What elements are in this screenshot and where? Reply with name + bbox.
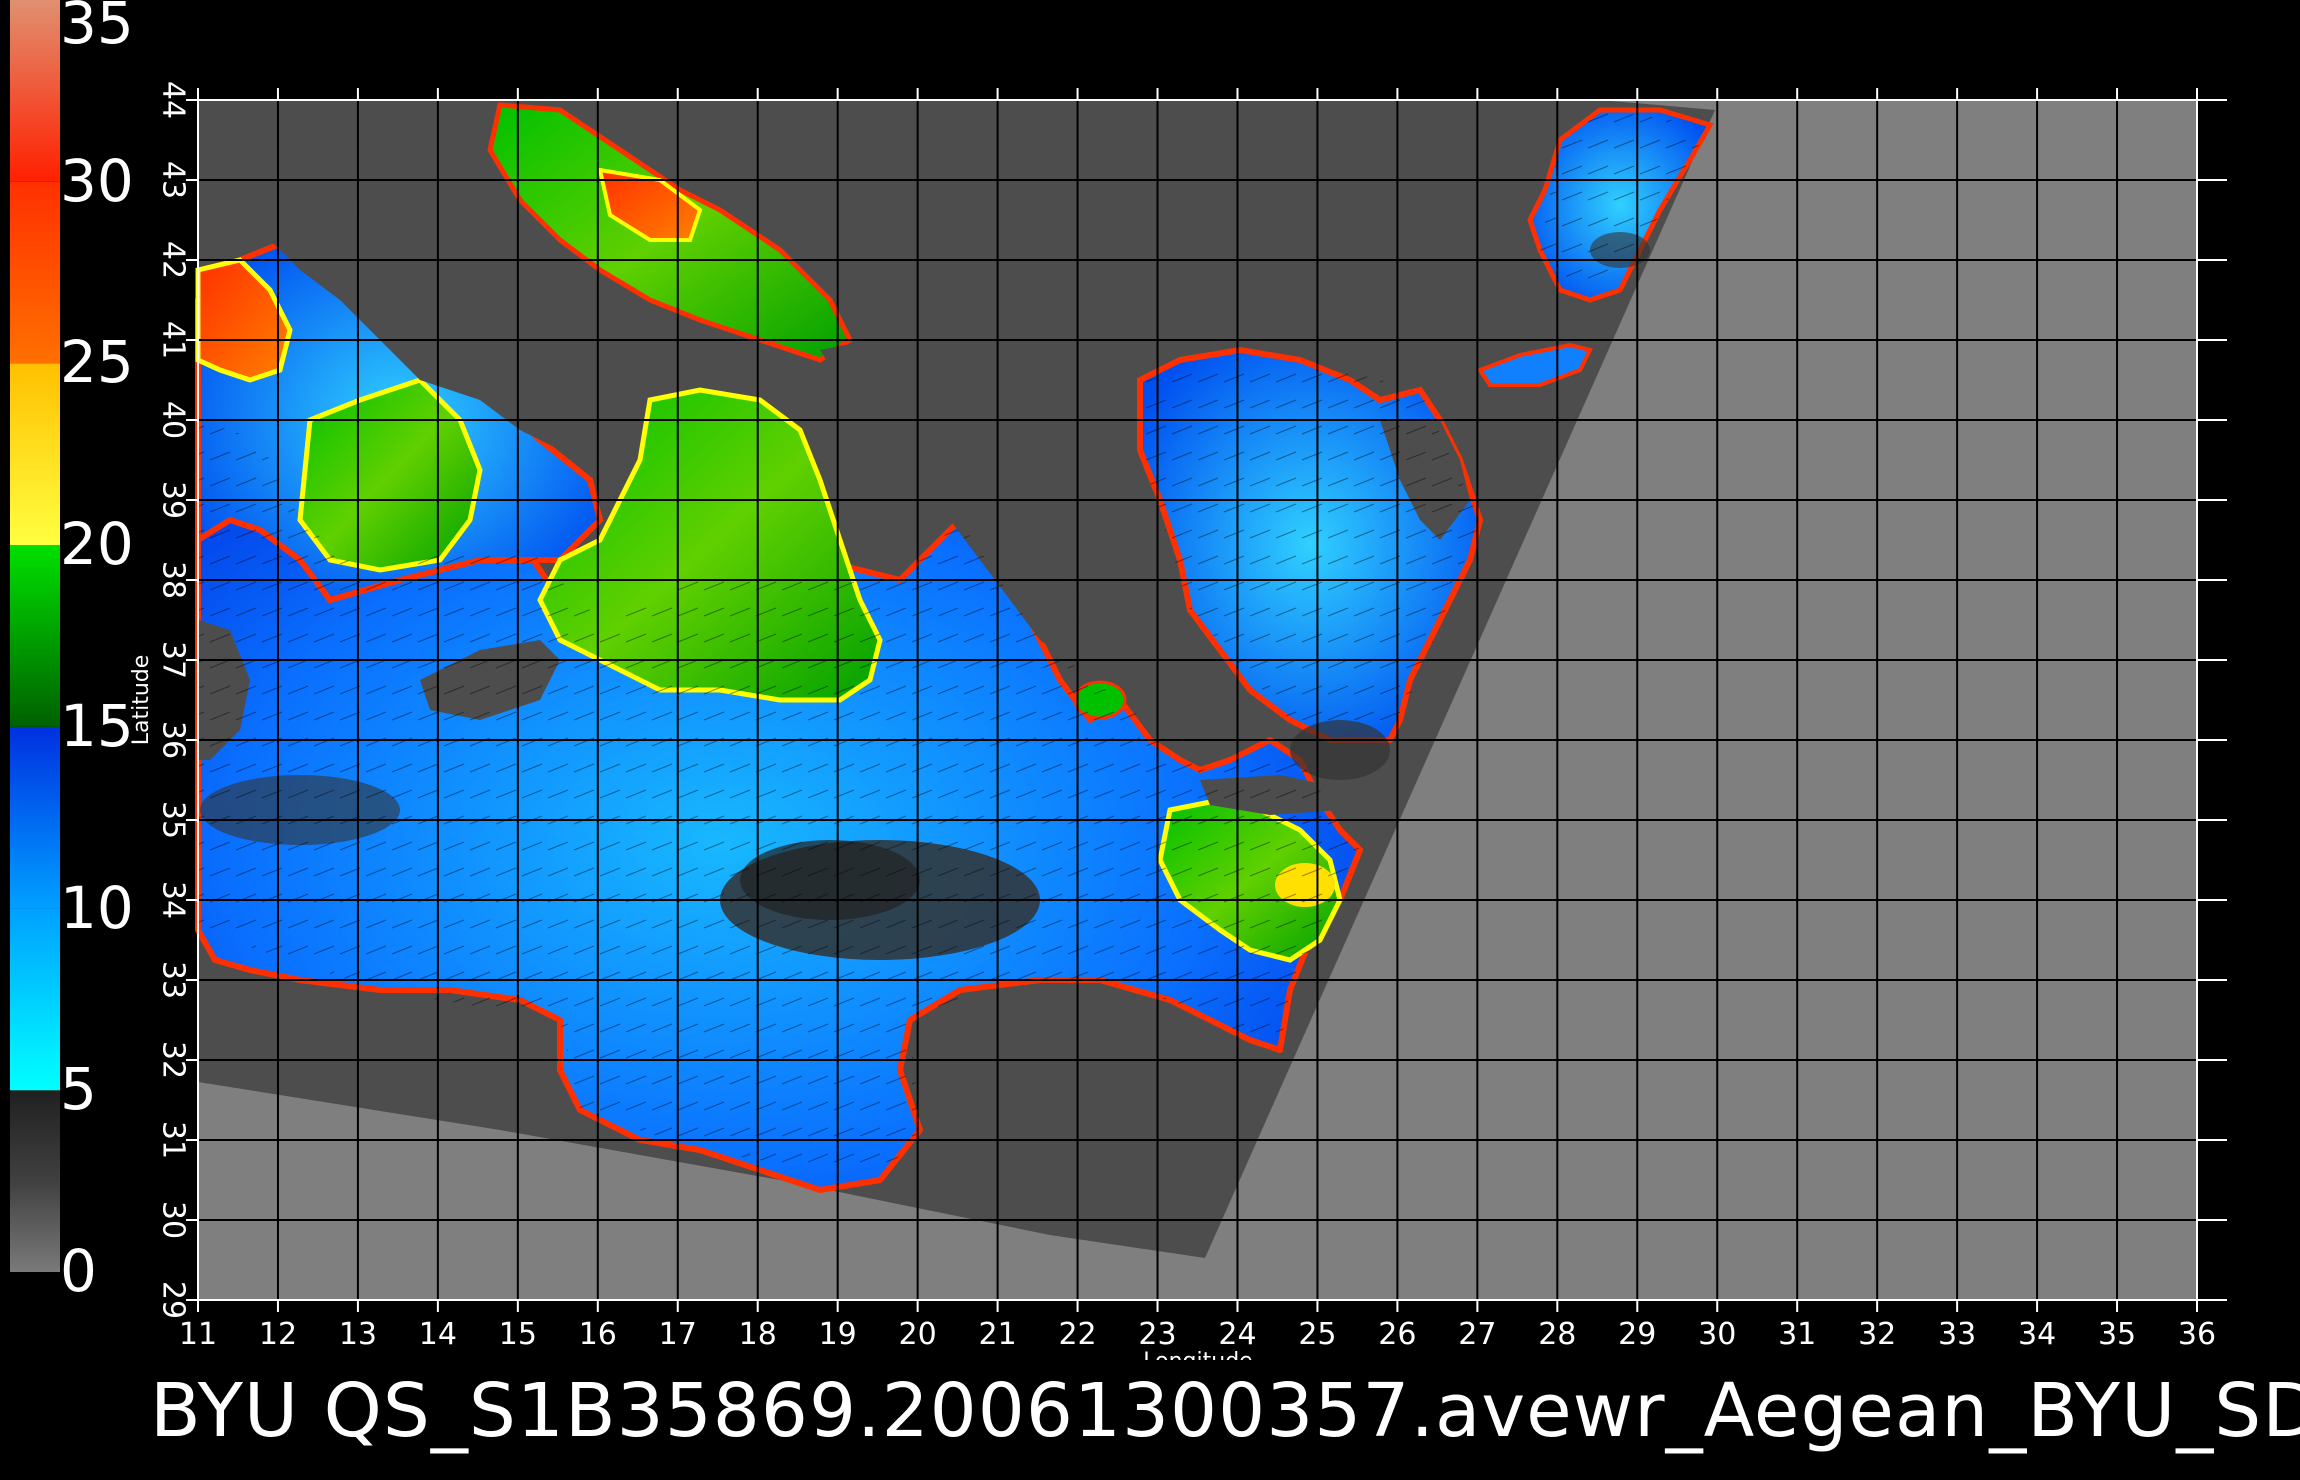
image-caption: BYU QS_S1B35869.20061300357.avewr_Aegean… xyxy=(150,1368,2300,1454)
x-tick-label: 26 xyxy=(1378,1317,1416,1352)
x-tick-label: 15 xyxy=(499,1317,537,1352)
y-tick-label: 34 xyxy=(156,881,191,919)
y-tick-label: 30 xyxy=(156,1201,191,1239)
y-tick-label: 42 xyxy=(156,241,191,279)
y-tick-label: 41 xyxy=(156,321,191,359)
x-tick-label: 30 xyxy=(1698,1317,1736,1352)
y-tick-label: 39 xyxy=(156,481,191,519)
y-tick-label: 33 xyxy=(156,961,191,999)
y-tick-label: 29 xyxy=(156,1281,191,1319)
x-tick-label: 20 xyxy=(899,1317,937,1352)
x-tick-label: 16 xyxy=(579,1317,617,1352)
x-tick-label: 24 xyxy=(1218,1317,1256,1352)
y-tick-label: 44 xyxy=(156,81,191,119)
x-tick-label: 18 xyxy=(739,1317,777,1352)
x-tick-label: 31 xyxy=(1778,1317,1816,1352)
x-tick-label: 17 xyxy=(659,1317,697,1352)
y-axis-title: Latitude xyxy=(129,655,154,746)
x-tick-label: 19 xyxy=(819,1317,857,1352)
y-tick-label: 40 xyxy=(156,401,191,439)
scatterometer-map-view: 35 30 25 20 15 10 5 0 11 12 13 14 15 16 … xyxy=(0,0,2300,1480)
x-tick-label: 22 xyxy=(1058,1317,1096,1352)
x-tick-label: 36 xyxy=(2178,1317,2216,1352)
x-tick-label: 35 xyxy=(2098,1317,2136,1352)
x-tick-label: 21 xyxy=(979,1317,1017,1352)
y-tick-label: 32 xyxy=(156,1041,191,1079)
x-tick-label: 11 xyxy=(179,1317,217,1352)
x-tick-label: 28 xyxy=(1538,1317,1576,1352)
x-tick-label: 33 xyxy=(1938,1317,1976,1352)
x-tick-label: 12 xyxy=(259,1317,297,1352)
x-tick-label: 14 xyxy=(419,1317,457,1352)
x-tick-label: 34 xyxy=(2018,1317,2056,1352)
wind-speed-map: 11 12 13 14 15 16 17 18 19 20 21 22 23 24 25 26 27 28 29 30… xyxy=(129,81,2227,1360)
y-tick-label: 36 xyxy=(156,721,191,759)
x-tick-label: 27 xyxy=(1458,1317,1496,1352)
y-tick-label: 35 xyxy=(156,801,191,839)
x-tick-label: 25 xyxy=(1298,1317,1336,1352)
y-tick-label: 38 xyxy=(156,561,191,599)
x-axis-title: Longitude xyxy=(1143,1349,1252,1360)
x-tick-label: 23 xyxy=(1138,1317,1176,1352)
y-tick-label: 31 xyxy=(156,1121,191,1159)
x-tick-label: 13 xyxy=(339,1317,377,1352)
y-tick-label: 43 xyxy=(156,161,191,199)
x-tick-label: 29 xyxy=(1618,1317,1656,1352)
y-tick-label: 37 xyxy=(156,641,191,679)
x-tick-label: 32 xyxy=(1858,1317,1896,1352)
